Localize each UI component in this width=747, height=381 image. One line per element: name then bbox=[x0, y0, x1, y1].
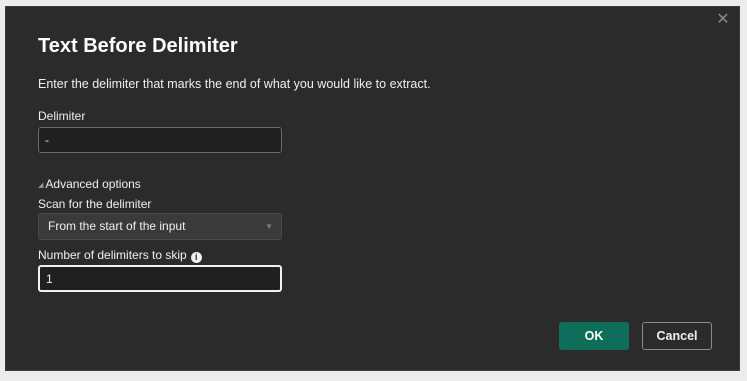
skip-count-input[interactable] bbox=[38, 265, 282, 292]
info-icon[interactable]: i bbox=[190, 252, 202, 263]
cancel-button[interactable]: Cancel bbox=[642, 322, 712, 350]
scan-delimiter-select[interactable]: From the start of the input ▼ bbox=[38, 213, 282, 240]
close-icon[interactable]: ✕ bbox=[715, 12, 731, 28]
advanced-options-label: Advanced options bbox=[45, 177, 141, 191]
scan-delimiter-label: Scan for the delimiter bbox=[38, 197, 152, 211]
chevron-down-icon: ▼ bbox=[265, 222, 273, 231]
ok-button[interactable]: OK bbox=[559, 322, 629, 350]
expand-triangle-icon: ◢ bbox=[38, 182, 44, 189]
text-before-delimiter-dialog: ✕ Text Before Delimiter Enter the delimi… bbox=[5, 6, 740, 371]
delimiter-label: Delimiter bbox=[38, 109, 86, 123]
scan-delimiter-selected: From the start of the input bbox=[48, 219, 186, 233]
delimiter-input[interactable] bbox=[38, 127, 282, 153]
dialog-description: Enter the delimiter that marks the end o… bbox=[38, 77, 431, 91]
skip-count-label-text: Number of delimiters to skip bbox=[38, 248, 187, 262]
advanced-options-toggle[interactable]: ◢ Advanced options bbox=[38, 177, 141, 191]
dialog-title: Text Before Delimiter bbox=[38, 35, 238, 57]
skip-count-label: Number of delimiters to skip i bbox=[38, 248, 202, 263]
